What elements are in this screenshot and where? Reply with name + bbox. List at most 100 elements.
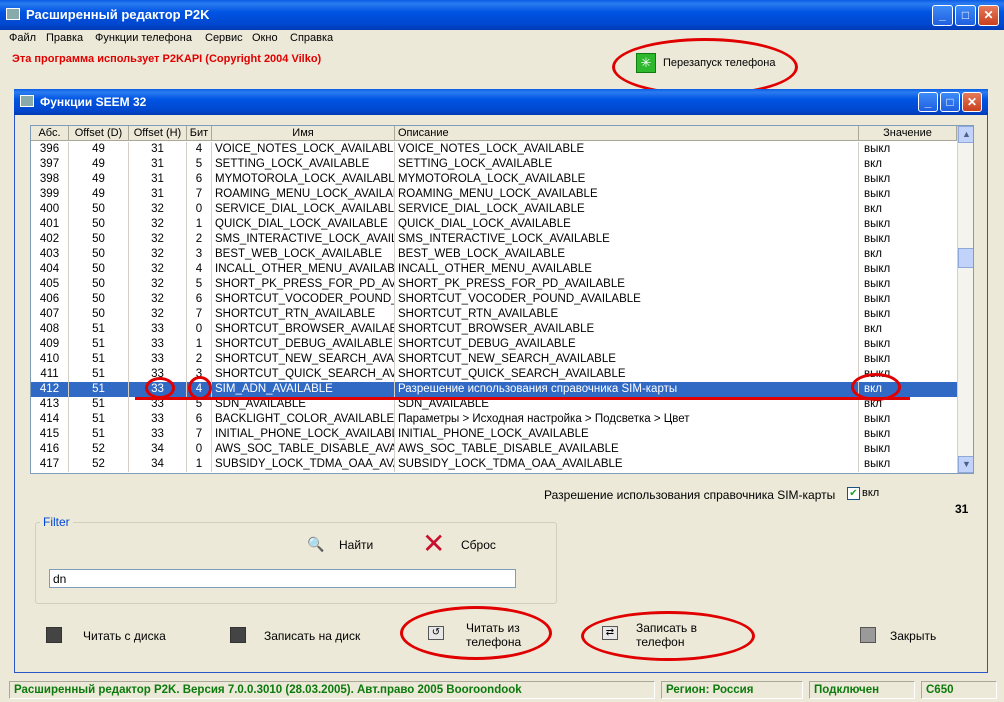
table-row[interactable]: 407 50 32 7 SHORTCUT_RTN_AVAILABLE SHORTCUT_R…: [31, 307, 957, 322]
table-row[interactable]: 40650326SHORTCUT_VOCODER_POUND_AVAILABLE…: [31, 292, 957, 307]
restart-phone-button[interactable]: ✳ Перезапуск телефона: [630, 50, 790, 76]
read-from-phone-button[interactable]: ↺ Читать из телефона: [420, 620, 550, 650]
col-header-description[interactable]: Описание: [395, 126, 859, 141]
cell-abs: 398: [31, 172, 69, 187]
reset-button[interactable]: ✕ Сброс: [418, 530, 518, 560]
table-row[interactable]: 397 49 31 5 SETTING_LOCK_AVAILABLE SETTING_LO…: [31, 157, 957, 172]
table-scrollbar[interactable]: ▲ ▼: [957, 126, 973, 473]
cell-val: выкл: [864, 263, 891, 275]
table-row[interactable]: 40550325SHORT_PK_PRESS_FOR_PD_AVAILABLES…: [31, 277, 957, 292]
cell-abs: 399: [31, 187, 69, 202]
maximize-icon[interactable]: □: [955, 5, 976, 26]
cell-desc: SHORTCUT_QUICK_SEARCH_AVAILABLE: [395, 367, 859, 382]
cell-bit: 2: [187, 352, 212, 367]
app-title-bar[interactable]: Расширенный редактор P2K _ □ ✕: [0, 0, 1004, 30]
table-row[interactable]: 41652340AWS_SOC_TABLE_DISABLE_AVAILABLEA…: [31, 442, 957, 457]
save-to-disk-button[interactable]: Записать на диск: [222, 621, 382, 651]
close-icon[interactable]: ✕: [962, 92, 982, 112]
value-checkbox-label: вкл: [862, 487, 880, 499]
menu-window[interactable]: Окно: [252, 32, 278, 44]
table-row[interactable]: 396 49 31 4 VOICE_NOTES_LOCK_AVAILABLE VOICE_…: [31, 142, 957, 157]
menu-file[interactable]: Файл: [9, 32, 36, 44]
read-from-disk-button[interactable]: Читать с диска: [38, 621, 218, 651]
cell-name: SERVICE_DIAL_LOCK_AVAILABLE: [212, 202, 395, 217]
table-row[interactable]: 398 49 31 6 MYMOTOROLA_LOCK_AVAILABLE MYMOTOR…: [31, 172, 957, 187]
table-row[interactable]: 404 50 32 4 INCALL_OTHER_MENU_AVAILABLE INCAL…: [31, 262, 957, 277]
cell-desc: MYMOTOROLA_LOCK_AVAILABLE: [395, 172, 859, 187]
maximize-icon[interactable]: □: [940, 92, 960, 112]
table-row[interactable]: 399 49 31 7 ROAMING_MENU_LOCK_AVAILABLE ROAMI…: [31, 187, 957, 202]
minimize-icon[interactable]: _: [932, 5, 953, 26]
value-checkbox[interactable]: ✔: [847, 487, 860, 500]
table-row[interactable]: 41151333SHORTCUT_QUICK_SEARCH_AVAILABLES…: [31, 367, 957, 382]
table-row[interactable]: 41051332SHORTCUT_NEW_SEARCH_AVAILABLESHO…: [31, 352, 957, 367]
write-to-phone-button[interactable]: ⇄ Записать в телефон: [594, 620, 744, 650]
status-region: Регион: Россия: [661, 681, 803, 699]
cell-val: выкл: [864, 443, 891, 455]
cell-bit: 5: [187, 157, 212, 172]
cell-bit: 7: [187, 427, 212, 442]
cell-od: 49: [69, 187, 129, 202]
cell-bit: 5: [187, 277, 212, 292]
scroll-down-icon[interactable]: ▼: [958, 456, 973, 473]
cell-oh: 34: [129, 457, 187, 472]
cell-val: выкл: [864, 143, 891, 155]
close-icon[interactable]: ✕: [978, 5, 999, 26]
find-label: Найти: [339, 538, 374, 552]
cell-oh: 32: [129, 307, 187, 322]
cell-val: выкл: [864, 278, 891, 290]
table-row[interactable]: 400 50 32 0 SERVICE_DIAL_LOCK_AVAILABLE SERVI…: [31, 202, 957, 217]
seem-window-title-bar[interactable]: Функции SEEM 32 _ □ ✕: [14, 89, 988, 115]
table-row[interactable]: 414 51 33 6 BACKLIGHT_COLOR_AVAILABLE Парамет…: [31, 412, 957, 427]
cell-val: выкл: [864, 173, 891, 185]
col-header-bit[interactable]: Бит: [187, 126, 212, 141]
close-button[interactable]: Закрыть: [852, 621, 962, 651]
scroll-thumb[interactable]: [958, 248, 973, 268]
menu-bar: Файл Правка Функции телефона Сервис Окно…: [0, 30, 1004, 48]
app-title: Расширенный редактор P2K: [26, 7, 210, 22]
cell-desc: SHORTCUT_RTN_AVAILABLE: [395, 307, 859, 322]
table-row[interactable]: 401 50 32 1 QUICK_DIAL_LOCK_AVAILABLE QUICK_D…: [31, 217, 957, 232]
cell-oh: 31: [129, 142, 187, 157]
table-row[interactable]: 408 51 33 0 SHORTCUT_BROWSER_AVAILABLE SHORTC…: [31, 322, 957, 337]
minimize-icon[interactable]: _: [918, 92, 938, 112]
menu-service[interactable]: Сервис: [205, 32, 243, 44]
cell-abs: 404: [31, 262, 69, 277]
table-row[interactable]: 412 51 33 4 SIM_ADN_AVAILABLE Разрешение испо…: [31, 382, 957, 397]
cell-oh: 32: [129, 262, 187, 277]
cell-bit: 0: [187, 442, 212, 457]
col-header-name[interactable]: Имя: [212, 126, 395, 141]
menu-edit[interactable]: Правка: [46, 32, 83, 44]
col-header-value[interactable]: Значение: [859, 126, 957, 141]
highlight-underline: [135, 397, 910, 400]
table-row[interactable]: 41752341SUBSIDY_LOCK_TDMA_OAA_AVAILABLES…: [31, 457, 957, 472]
cell-val: вкл: [864, 203, 882, 215]
cell-od: 49: [69, 142, 129, 157]
col-header-abs[interactable]: Абс.: [31, 126, 69, 141]
cell-bit: 1: [187, 337, 212, 352]
phone-write-icon: ⇄: [602, 626, 618, 640]
menu-phone-functions[interactable]: Функции телефона: [95, 32, 192, 44]
reset-label: Сброс: [461, 538, 496, 552]
table-row[interactable]: 40250322SMS_INTERACTIVE_LOCK_AVAILABLESM…: [31, 232, 957, 247]
seem-table[interactable]: Абс. Offset (D) Offset (H) Бит Имя Описа…: [30, 125, 974, 474]
filter-input[interactable]: [49, 569, 516, 588]
scroll-up-icon[interactable]: ▲: [958, 126, 973, 143]
col-header-offset-d[interactable]: Offset (D): [69, 126, 129, 141]
cell-abs: 407: [31, 307, 69, 322]
reset-x-icon: ✕: [422, 528, 446, 559]
col-header-offset-h[interactable]: Offset (H): [129, 126, 187, 141]
table-row[interactable]: 403 50 32 3 BEST_WEB_LOCK_AVAILABLE BEST_WEB_…: [31, 247, 957, 262]
table-row[interactable]: 415 51 33 7 INITIAL_PHONE_LOCK_AVAILABLE INIT…: [31, 427, 957, 442]
cell-oh: 31: [129, 187, 187, 202]
cell-bit: 0: [187, 322, 212, 337]
cell-oh: 32: [129, 247, 187, 262]
cell-od: 51: [69, 352, 129, 367]
window-icon: [20, 95, 34, 107]
cell-oh: 31: [129, 157, 187, 172]
table-row[interactable]: 409 51 33 1 SHORTCUT_DEBUG_AVAILABLE SHORTCUT…: [31, 337, 957, 352]
filter-label: Filter: [40, 515, 73, 529]
menu-help[interactable]: Справка: [290, 32, 333, 44]
find-button[interactable]: 🔍 Найти: [303, 534, 393, 556]
cell-od: 49: [69, 157, 129, 172]
